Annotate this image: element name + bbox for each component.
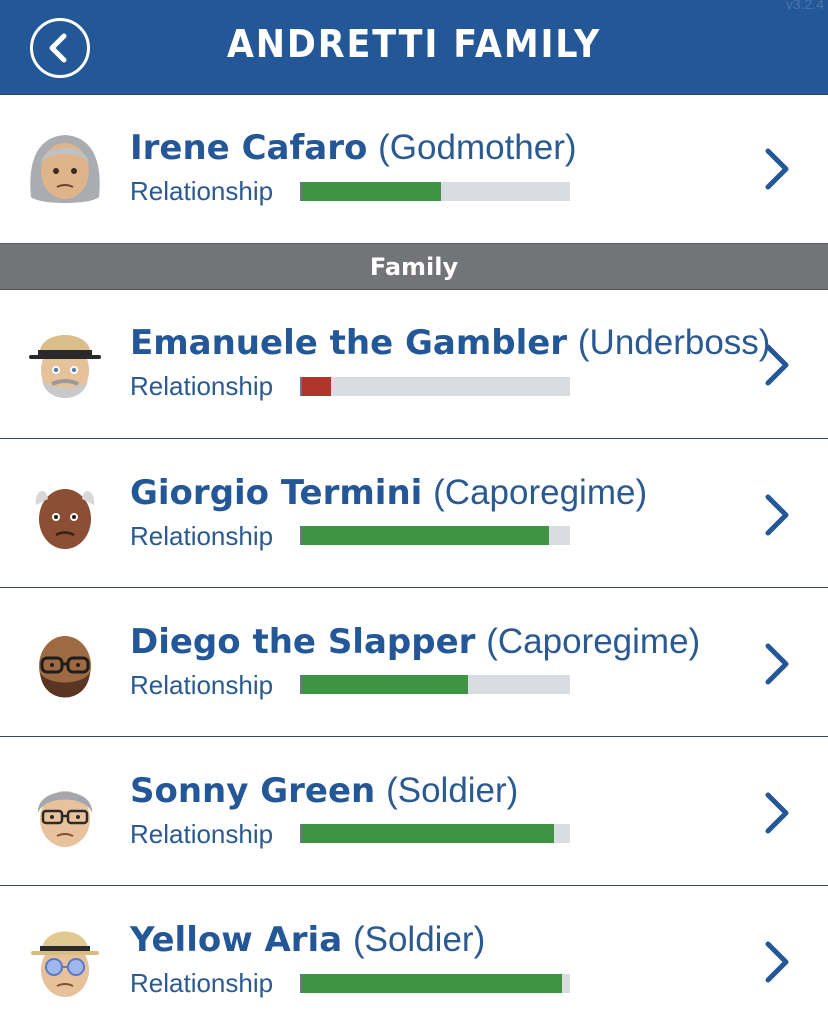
- relationship-bar: [300, 182, 570, 201]
- member-role: (Soldier): [386, 771, 519, 810]
- member-title: Irene Cafaro (Godmother): [130, 128, 577, 168]
- member-role: (Caporegime): [486, 622, 701, 661]
- page-title: ANDRETTI FAMILY: [226, 22, 602, 66]
- member-row[interactable]: Yellow Aria (Soldier) Relationship: [0, 886, 828, 1025]
- relationship-bar-fill: [302, 974, 562, 993]
- elderly-man-avatar-icon: [35, 489, 95, 549]
- relationship-bar-fill: [302, 182, 442, 201]
- relationship-bar: [300, 824, 570, 843]
- relationship-bar: [300, 377, 570, 396]
- member-row[interactable]: Giorgio Termini (Caporegime) Relationshi…: [0, 439, 828, 588]
- relationship-bar-fill: [302, 377, 332, 396]
- member-role: (Godmother): [378, 128, 577, 167]
- chevron-right-icon[interactable]: [760, 789, 794, 837]
- member-name: Diego the Slapper: [130, 622, 476, 662]
- version-label: v3.2.4: [785, 0, 824, 12]
- relationship-label: Relationship: [130, 371, 274, 401]
- member-name: Emanuele the Gambler: [130, 323, 568, 363]
- elderly-woman-avatar-icon: [30, 135, 100, 203]
- gray-haired-man-glasses-avatar-icon: [37, 791, 93, 847]
- relationship-label: Relationship: [130, 176, 274, 206]
- member-role: (Caporegime): [433, 473, 648, 512]
- member-name: Irene Cafaro: [130, 128, 368, 168]
- member-role: (Underboss): [577, 323, 771, 362]
- section-header-family: Family: [0, 243, 828, 290]
- gambler-avatar-icon: [29, 335, 101, 398]
- chevron-right-icon[interactable]: [760, 938, 794, 986]
- member-row[interactable]: Emanuele the Gambler (Underboss) Relatio…: [0, 290, 828, 439]
- member-name: Sonny Green: [130, 771, 376, 811]
- member-name: Yellow Aria: [130, 920, 343, 960]
- top-bar: ANDRETTI FAMILY v3.2.4: [0, 0, 828, 95]
- member-title: Emanuele the Gambler (Underboss): [130, 323, 770, 363]
- chevron-right-icon[interactable]: [760, 491, 794, 539]
- member-title: Yellow Aria (Soldier): [130, 920, 485, 960]
- relationship-label: Relationship: [130, 670, 274, 700]
- relationship-bar-fill: [302, 824, 554, 843]
- relationship-bar: [300, 675, 570, 694]
- relationship-bar: [300, 526, 570, 545]
- leader-row[interactable]: Irene Cafaro (Godmother) Relationship: [0, 95, 828, 243]
- member-title: Giorgio Termini (Caporegime): [130, 473, 647, 513]
- chevron-right-icon[interactable]: [760, 341, 794, 389]
- bearded-man-glasses-avatar-icon: [39, 636, 91, 698]
- member-role: (Soldier): [352, 920, 486, 959]
- relationship-label: Relationship: [130, 819, 274, 849]
- member-name: Giorgio Termini: [130, 473, 423, 513]
- sunhat-man-avatar-icon: [31, 931, 99, 997]
- relationship-label: Relationship: [130, 521, 274, 551]
- chevron-right-icon[interactable]: [760, 640, 794, 688]
- relationship-bar: [300, 974, 570, 993]
- member-row[interactable]: Diego the Slapper (Caporegime) Relations…: [0, 588, 828, 737]
- member-row[interactable]: Sonny Green (Soldier) Relationship: [0, 737, 828, 886]
- chevron-right-icon[interactable]: [760, 145, 794, 193]
- member-title: Diego the Slapper (Caporegime): [130, 622, 700, 662]
- relationship-label: Relationship: [130, 968, 274, 998]
- relationship-bar-fill: [302, 526, 549, 545]
- member-title: Sonny Green (Soldier): [130, 771, 518, 811]
- relationship-bar-fill: [302, 675, 469, 694]
